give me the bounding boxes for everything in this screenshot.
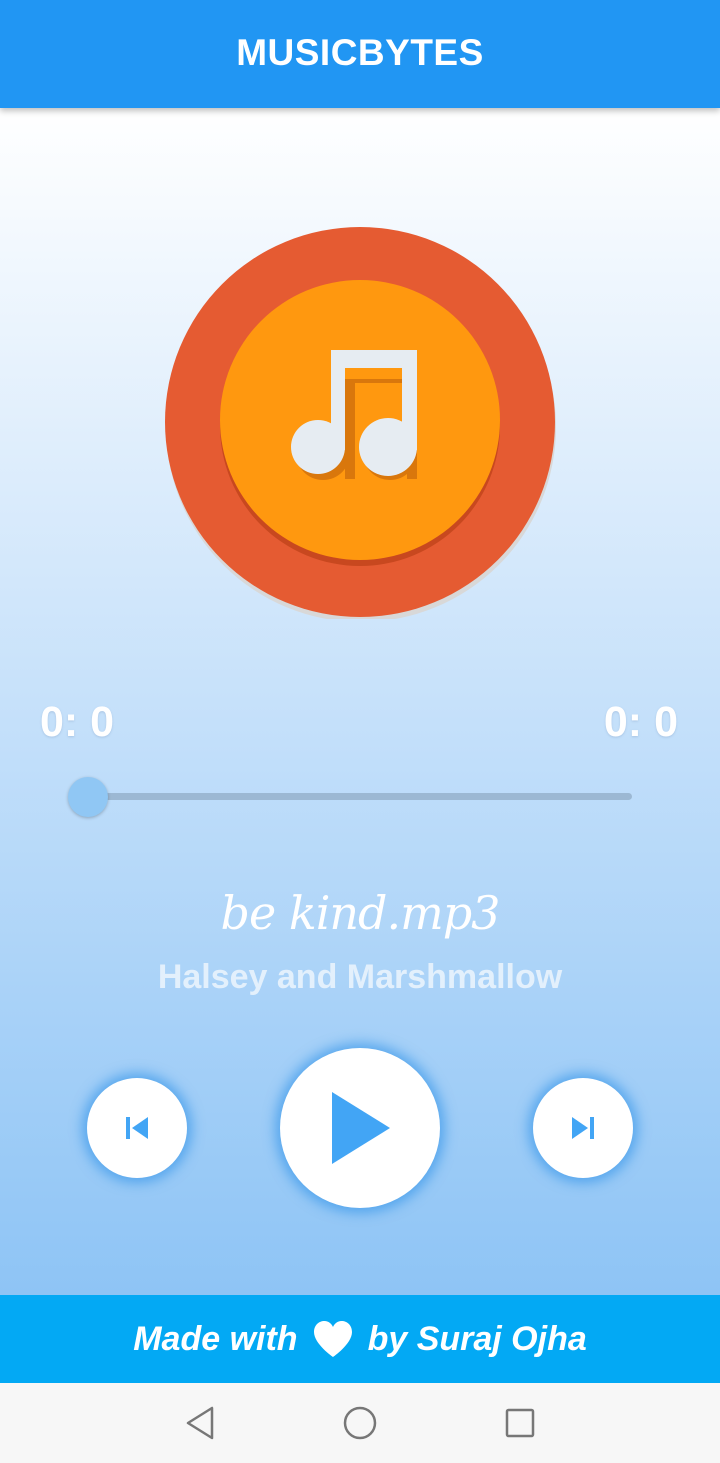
player-screen: 0: 0 0: 0 be kind.mp3 Halsey and Marshma… bbox=[0, 108, 720, 1295]
app-title: MUSICBYTES bbox=[236, 32, 484, 73]
heart-icon bbox=[312, 1320, 354, 1358]
app-bar: MUSICBYTES bbox=[0, 0, 720, 108]
nav-recents-button[interactable] bbox=[500, 1403, 540, 1443]
footer-credit: Made with by Suraj Ojha bbox=[0, 1295, 720, 1383]
home-circle-icon bbox=[343, 1406, 377, 1440]
song-artist: Halsey and Marshmallow bbox=[157, 958, 563, 996]
system-navigation-bar bbox=[0, 1383, 720, 1463]
previous-track-button[interactable] bbox=[87, 1078, 187, 1178]
back-triangle-icon bbox=[186, 1406, 214, 1440]
recents-square-icon bbox=[505, 1408, 535, 1438]
footer-suffix: by Suraj Ojha bbox=[367, 1319, 587, 1358]
nav-back-button[interactable] bbox=[180, 1403, 220, 1443]
skip-next-icon bbox=[572, 1117, 594, 1139]
play-button[interactable] bbox=[280, 1048, 440, 1208]
next-track-button[interactable] bbox=[533, 1078, 633, 1178]
skip-previous-icon bbox=[126, 1117, 148, 1139]
total-duration: 0: 0 bbox=[603, 698, 678, 746]
elapsed-time: 0: 0 bbox=[40, 698, 115, 746]
seek-bar-thumb[interactable] bbox=[68, 777, 108, 817]
song-title: be kind.mp3 bbox=[220, 886, 501, 940]
footer-prefix: Made with bbox=[133, 1319, 298, 1358]
play-icon bbox=[332, 1092, 390, 1164]
album-art-music-note-icon bbox=[165, 227, 556, 619]
seek-bar-track[interactable] bbox=[88, 793, 632, 800]
nav-home-button[interactable] bbox=[340, 1403, 380, 1443]
